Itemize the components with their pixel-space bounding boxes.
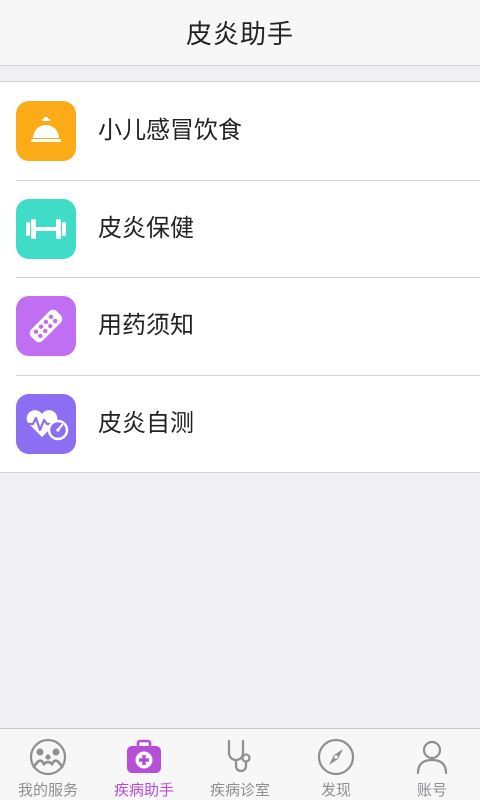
menu-item-cold-diet[interactable]: 小儿感冒饮食 [0,82,480,180]
page-title: 皮炎助手 [185,20,294,50]
menu-item-label: 皮炎自测 [98,408,194,437]
tab-account[interactable]: 账号 [384,729,480,800]
tab-label: 我的服务 [17,781,78,799]
tab-label: 疾病助手 [113,781,174,799]
tab-clinic[interactable]: 疾病诊室 [192,729,288,800]
menu-item-medication-notes[interactable]: 用药须知 [0,277,480,375]
tab-label: 发现 [320,781,351,799]
family-icon [28,737,68,777]
user-icon [412,737,452,777]
tab-bar: 我的服务 疾病助手 疾病诊室 发现 账号 [0,728,480,800]
menu-item-dermatitis-care[interactable]: 皮炎保健 [0,179,480,278]
tab-label: 疾病诊室 [209,781,270,799]
menu-item-label: 用药须知 [98,311,194,339]
heart-pulse-gauge-icon [16,393,76,454]
stethoscope-icon [220,737,260,777]
tab-discover[interactable]: 发现 [288,729,384,800]
menu-list: 小儿感冒饮食 皮炎保健 用药须知 皮炎自测 [0,81,480,473]
tab-my-services[interactable]: 我的服务 [0,729,96,800]
menu-item-label: 皮炎保健 [98,213,194,242]
menu-item-label: 小儿感冒饮食 [98,116,242,144]
tab-label: 账号 [416,781,447,799]
service-bell-icon [16,101,76,161]
dumbbell-icon [16,198,76,259]
menu-item-self-test[interactable]: 皮炎自测 [0,374,480,473]
tab-disease-assistant[interactable]: 疾病助手 [96,729,192,800]
pill-blister-icon [16,296,76,356]
compass-icon [316,737,356,777]
nav-bar: 皮炎助手 [0,0,480,66]
medical-kit-icon [124,737,164,777]
